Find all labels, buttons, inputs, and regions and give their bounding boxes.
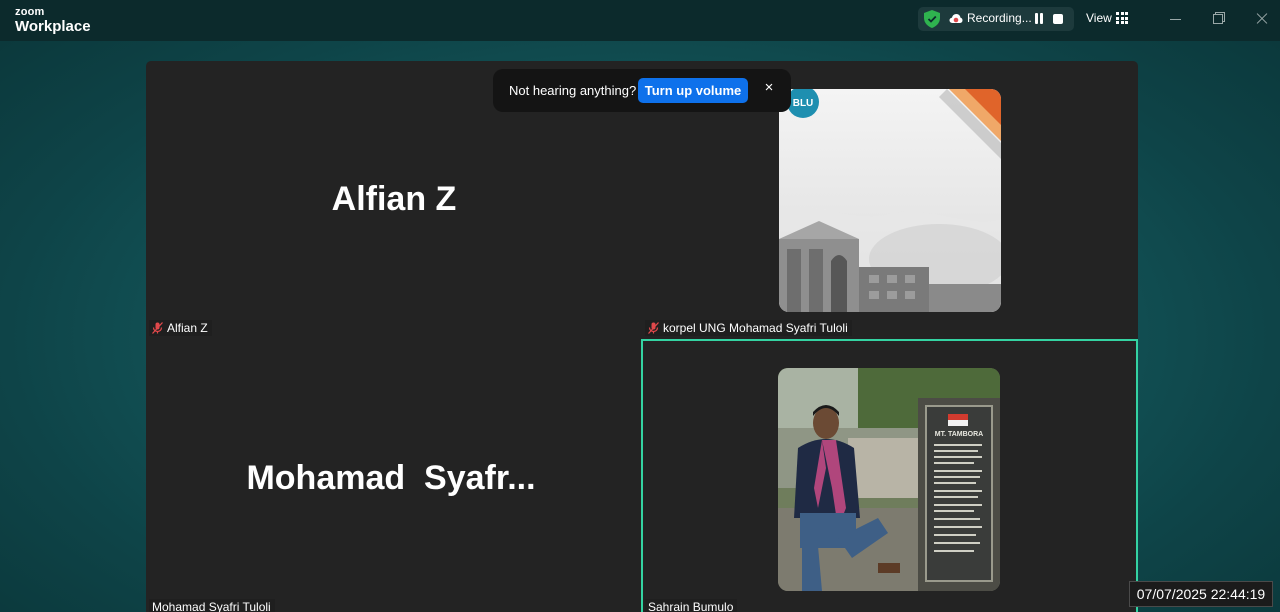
sign-title-text: MT. TAMBORA bbox=[935, 431, 983, 438]
timestamp-overlay: 07/07/2025 22:44:19 bbox=[1129, 581, 1273, 607]
muted-microphone-icon bbox=[152, 322, 163, 334]
participant-profile-picture: MT. TAMBORA bbox=[778, 368, 1000, 591]
participant-display-name: Alfian Z bbox=[331, 180, 457, 218]
restore-icon bbox=[1213, 14, 1223, 24]
muted-microphone-icon bbox=[648, 322, 659, 334]
participant-tile-mohamad-syafri[interactable]: Mohamad Syafr... Mohamad Syafri Tuloli bbox=[146, 339, 642, 612]
title-bar: zoom Workplace Recording... View bbox=[0, 0, 1280, 41]
pause-recording-button[interactable] bbox=[1032, 11, 1046, 27]
turn-up-volume-button[interactable]: Turn up volume bbox=[638, 78, 748, 103]
pause-icon-bar-right bbox=[1040, 13, 1043, 24]
minimize-window-button[interactable] bbox=[1165, 9, 1187, 29]
close-icon[interactable]: × bbox=[763, 80, 775, 95]
cloud-recording-icon bbox=[949, 14, 963, 23]
participant-tile-sahrain-active-speaker[interactable]: MT. TAMBORA Sahrain Bumulo bbox=[641, 339, 1138, 612]
participant-name-tag-label: Alfian Z bbox=[167, 321, 208, 335]
pause-icon-bar-left bbox=[1035, 13, 1038, 24]
toast-message: Not hearing anything? bbox=[509, 83, 637, 98]
minimize-icon bbox=[1170, 19, 1181, 20]
view-menu-button[interactable]: View bbox=[1086, 11, 1112, 25]
logo-zoom-text: zoom bbox=[15, 6, 45, 18]
participant-name-tag-label: Sahrain Bumulo bbox=[648, 600, 734, 612]
participant-name-tag-label: korpel UNG Mohamad Syafri Tuloli bbox=[663, 321, 848, 335]
recording-status-label: Recording... bbox=[967, 11, 1032, 25]
person-photo-image: MT. TAMBORA bbox=[778, 368, 1000, 591]
restore-window-button[interactable] bbox=[1207, 9, 1229, 29]
participant-name-tag: Alfian Z bbox=[149, 320, 212, 336]
participant-name-tag: Sahrain Bumulo bbox=[645, 599, 738, 612]
security-shield-icon[interactable] bbox=[924, 10, 940, 28]
participant-profile-picture: BLU bbox=[779, 89, 1001, 312]
gallery-grid-icon[interactable] bbox=[1116, 12, 1128, 24]
participant-name-tag: korpel UNG Mohamad Syafri Tuloli bbox=[645, 320, 852, 336]
participant-name-tag-label: Mohamad Syafri Tuloli bbox=[152, 600, 271, 612]
video-gallery: Alfian Z Alfian Z BLU korpel UNG Mohamad… bbox=[146, 61, 1138, 612]
zoom-workplace-logo: zoom Workplace bbox=[15, 6, 91, 35]
audio-hint-toast: Not hearing anything? Turn up volume × bbox=[493, 69, 791, 112]
stop-icon bbox=[1053, 14, 1063, 24]
participant-display-name: Mohamad Syafr... bbox=[246, 459, 536, 497]
participant-name-tag: Mohamad Syafri Tuloli bbox=[149, 599, 275, 612]
stop-recording-button[interactable] bbox=[1051, 11, 1065, 27]
blu-badge-text: BLU bbox=[793, 98, 814, 109]
building-photo-image: BLU bbox=[779, 89, 1001, 312]
close-window-button[interactable] bbox=[1251, 9, 1273, 29]
logo-workplace-text: Workplace bbox=[15, 18, 91, 35]
